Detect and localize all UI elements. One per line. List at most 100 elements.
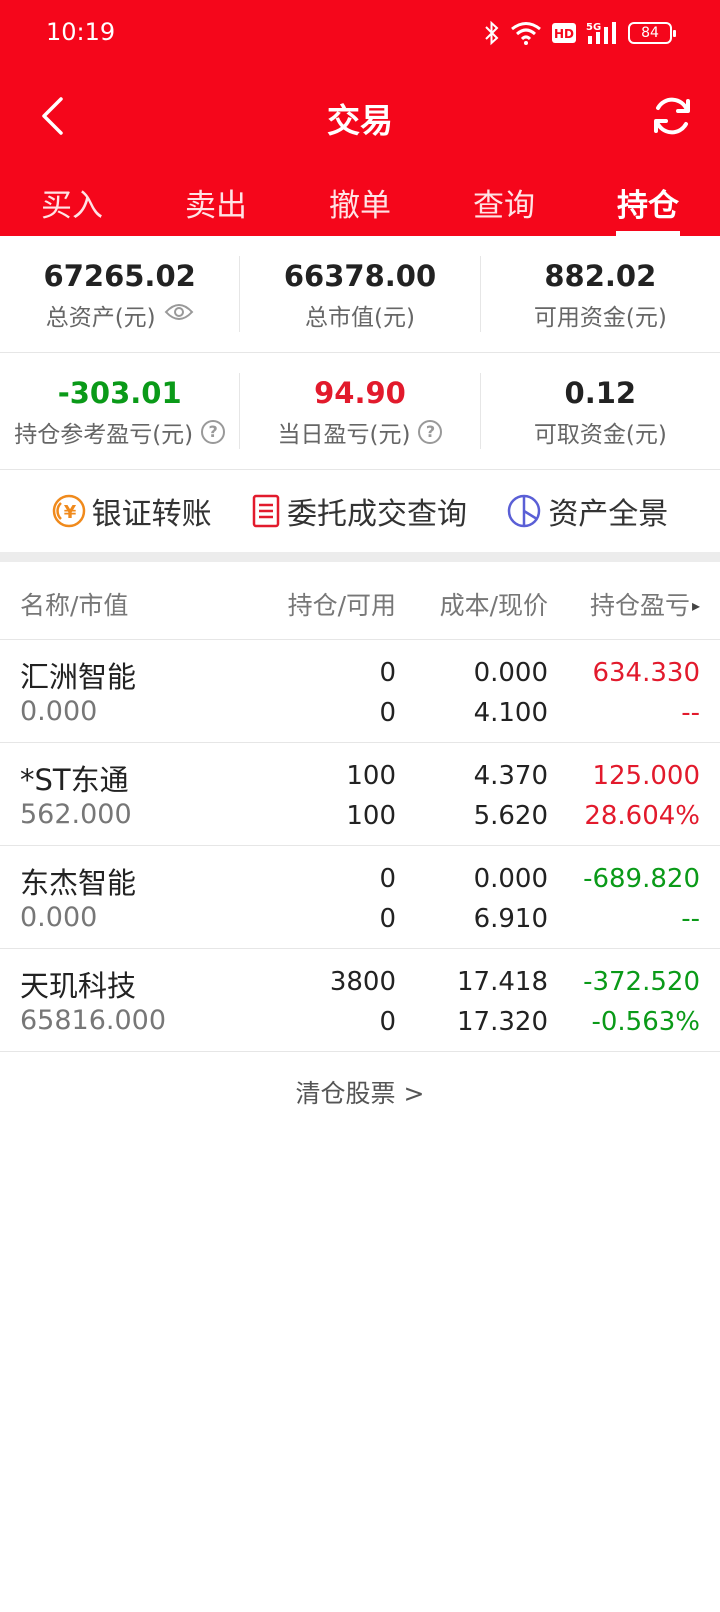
market-value-value: 66378.00 <box>283 259 437 293</box>
help-icon[interactable]: ? <box>201 420 226 444</box>
stock-name: 东杰智能 <box>20 866 137 900</box>
help-icon[interactable]: ? <box>418 420 443 444</box>
status-time: 10:19 <box>46 18 116 46</box>
bank-transfer-label: 银证转账 <box>91 497 212 532</box>
order-query-button[interactable]: 委托成交查询 <box>251 489 467 533</box>
cleared-stocks-link[interactable]: 清仓股票 > <box>0 1074 720 1110</box>
status-icons: HD 5G 84 <box>484 18 676 48</box>
asset-overview-label: 资产全景 <box>548 497 669 532</box>
stock-available: 0 <box>379 904 396 934</box>
section-divider <box>0 552 720 562</box>
signal-5g-icon: 5G <box>586 20 618 46</box>
nav-bar: 交易 <box>0 80 720 150</box>
stock-holding: 3800 <box>329 967 396 997</box>
total-assets-label: 总资产(元) <box>45 305 156 331</box>
stock-pl: 125.000 <box>592 761 700 791</box>
stock-cost: 17.418 <box>457 967 548 997</box>
holdings-list: 汇洲智能 0.000 0 0 0.000 4.100 634.330 -- *S… <box>0 640 720 1052</box>
status-bar: 10:19 HD 5G 84 <box>0 0 720 64</box>
stock-price: 5.620 <box>473 801 548 831</box>
position-pl-value: -303.01 <box>57 376 182 410</box>
yuan-glyph: ¥ <box>63 502 76 523</box>
stock-available: 0 <box>379 698 396 728</box>
stock-holding: 100 <box>346 761 396 791</box>
stock-holding: 0 <box>379 658 396 688</box>
tab-holdings[interactable]: 持仓 <box>576 172 720 236</box>
stock-price: 4.100 <box>473 698 548 728</box>
eye-icon[interactable] <box>164 302 194 328</box>
summary-row-1: 67265.02 总资产(元) 66378.00 总市值(元) 882.02 可… <box>0 236 720 353</box>
wifi-icon <box>510 21 542 45</box>
stock-pl-pct: 28.604% <box>584 801 700 831</box>
pie-chart-icon <box>508 494 541 528</box>
summary-row-2: -303.01 持仓参考盈亏(元) ? 94.90 当日盈亏(元) ? 0.12… <box>0 353 720 470</box>
tab-cancel-order[interactable]: 撤单 <box>288 172 432 236</box>
stock-market-value: 65816.000 <box>20 1005 167 1036</box>
stock-market-value: 562.000 <box>20 799 132 830</box>
app-header: 10:19 HD 5G 84 交易 买入 卖出 撤单 查询 持仓 <box>0 0 720 236</box>
stock-market-value: 0.000 <box>20 696 98 727</box>
stock-name: 汇洲智能 <box>20 660 137 694</box>
stock-pl-pct: -- <box>681 904 700 934</box>
account-summary: 67265.02 总资产(元) 66378.00 总市值(元) 882.02 可… <box>0 236 720 470</box>
stock-cost: 0.000 <box>473 864 548 894</box>
document-list-icon <box>252 494 280 528</box>
stock-cost: 4.370 <box>473 761 548 791</box>
available-funds-value: 882.02 <box>544 259 657 293</box>
table-row[interactable]: 东杰智能 0.000 0 0 0.000 6.910 -689.820 -- <box>0 846 720 949</box>
tab-sell[interactable]: 卖出 <box>144 172 288 236</box>
stock-pl: 634.330 <box>592 658 700 688</box>
market-value-label: 总市值(元) <box>305 305 415 331</box>
tab-query[interactable]: 查询 <box>432 172 576 236</box>
header-cost[interactable]: 成本/现价 <box>440 586 548 622</box>
yuan-coin-icon: ¥ <box>52 494 85 528</box>
header-holding[interactable]: 持仓/可用 <box>288 586 396 622</box>
refresh-icon <box>654 97 690 135</box>
tab-buy[interactable]: 买入 <box>0 172 144 236</box>
header-name[interactable]: 名称/市值 <box>20 586 128 622</box>
stock-available: 100 <box>346 801 396 831</box>
header-pl-label: 持仓盈亏 <box>589 591 690 620</box>
stock-cost: 0.000 <box>473 658 548 688</box>
asset-overview-button[interactable]: 资产全景 <box>506 489 668 533</box>
stock-pl: -689.820 <box>583 864 700 894</box>
stock-price: 6.910 <box>473 904 548 934</box>
daily-pl: 94.90 当日盈亏(元) ? <box>239 373 479 449</box>
stock-holding: 0 <box>379 864 396 894</box>
hd-icon: HD <box>552 23 576 43</box>
holdings-table-header: 名称/市值 持仓/可用 成本/现价 持仓盈亏 ▸ <box>0 562 720 640</box>
table-row[interactable]: 汇洲智能 0.000 0 0 0.000 4.100 634.330 -- <box>0 640 720 743</box>
table-row[interactable]: *ST东通 562.000 100 100 4.370 5.620 125.00… <box>0 743 720 846</box>
order-query-label: 委托成交查询 <box>286 497 467 532</box>
page-title: 交易 <box>327 101 393 140</box>
header-pl[interactable]: 持仓盈亏 ▸ <box>590 586 700 622</box>
scroll-right-icon[interactable]: ▸ <box>692 596 700 615</box>
position-pl-label: 持仓参考盈亏(元) <box>14 422 194 448</box>
withdrawable-funds-label: 可取资金(元) <box>533 422 667 448</box>
withdrawable-funds-value: 0.12 <box>564 376 637 410</box>
available-funds-label: 可用资金(元) <box>533 305 667 331</box>
daily-pl-value: 94.90 <box>314 376 406 410</box>
stock-name: 天玑科技 <box>20 969 137 1003</box>
refresh-button[interactable] <box>646 90 698 142</box>
trade-tabs: 买入 卖出 撤单 查询 持仓 <box>0 172 720 236</box>
stock-available: 0 <box>379 1007 396 1037</box>
daily-pl-label: 当日盈亏(元) <box>277 422 411 448</box>
table-row[interactable]: 天玑科技 65816.000 3800 0 17.418 17.320 -372… <box>0 949 720 1052</box>
network-label: 5G <box>586 22 601 33</box>
stock-price: 17.320 <box>457 1007 548 1037</box>
bluetooth-icon <box>484 20 500 46</box>
total-assets-value: 67265.02 <box>43 259 196 293</box>
hd-label: HD <box>554 27 574 41</box>
bank-transfer-button[interactable]: ¥ 银证转账 <box>52 489 212 533</box>
withdrawable-funds: 0.12 可取资金(元) <box>479 373 720 449</box>
stock-pl: -372.520 <box>583 967 700 997</box>
market-value: 66378.00 总市值(元) <box>239 256 479 332</box>
stock-pl-pct: -- <box>681 698 700 728</box>
total-assets: 67265.02 总资产(元) <box>0 256 239 332</box>
stock-pl-pct: -0.563% <box>591 1007 700 1037</box>
stock-name: *ST东通 <box>20 763 129 797</box>
stock-market-value: 0.000 <box>20 902 98 933</box>
quick-actions: ¥ 银证转账 委托成交查询 资产全景 <box>0 470 720 552</box>
battery-icon: 84 <box>628 22 676 44</box>
